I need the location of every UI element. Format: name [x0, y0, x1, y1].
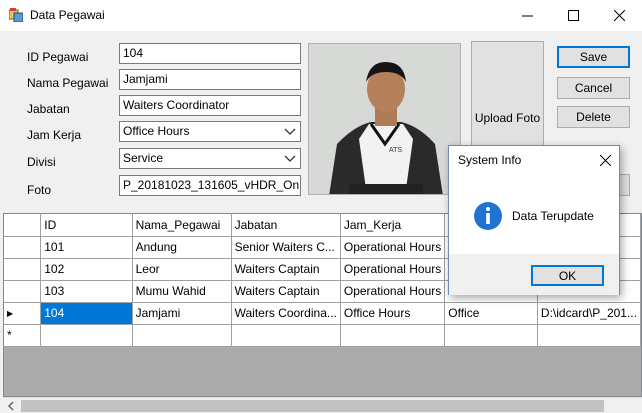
cancel-label: Cancel [574, 81, 613, 95]
grid-cell[interactable] [132, 324, 232, 347]
scroll-left-icon[interactable] [6, 401, 16, 411]
scrollbar-thumb[interactable] [21, 400, 604, 412]
grid-cell[interactable]: Waiters Coordina... [231, 302, 341, 325]
dialog-button-bar: OK [449, 254, 619, 295]
app-form-icon [9, 8, 23, 22]
ok-label: OK [558, 268, 577, 283]
save-label: Save [579, 50, 608, 64]
grid-cell[interactable]: Waiters Captain [231, 258, 341, 281]
grid-cell-selected[interactable]: 104 [40, 302, 133, 325]
grid-cell[interactable]: Operational Hours [340, 258, 446, 281]
jabatan-input[interactable]: Waiters Coordinator [119, 95, 301, 116]
grid-cell[interactable]: Operational Hours [340, 236, 446, 259]
foto-label: Foto [27, 183, 52, 197]
grid-cell[interactable]: Andung [132, 236, 232, 259]
horizontal-scrollbar[interactable] [3, 397, 642, 413]
close-icon[interactable] [600, 155, 611, 166]
row-header[interactable] [4, 258, 42, 281]
svg-text:ATS: ATS [389, 147, 402, 154]
grid-cell[interactable]: Senior Waiters C... [231, 236, 341, 259]
divisi-label: Divisi [27, 155, 56, 169]
new-row-indicator[interactable]: * [4, 324, 42, 347]
chevron-down-icon [284, 155, 296, 162]
grid-cell[interactable]: 103 [40, 280, 133, 303]
jam-kerja-value: Office Hours [123, 124, 190, 138]
employee-photo: ATS [308, 43, 461, 195]
ok-button[interactable]: OK [531, 265, 604, 286]
delete-button[interactable]: Delete [557, 106, 630, 128]
column-header-jam-kerja[interactable]: Jam_Kerja [340, 214, 446, 237]
id-pegawai-input[interactable]: 104 [119, 43, 301, 64]
system-info-dialog: System Info Data Terupdate OK [448, 145, 620, 295]
column-header-id[interactable]: ID [40, 214, 133, 237]
grid-cell[interactable]: D:\idcard\P_201... [537, 302, 642, 325]
jam-kerja-select[interactable]: Office Hours [119, 121, 301, 142]
foto-path-input[interactable]: P_20181023_131605_vHDR_On.jpg [119, 175, 301, 196]
id-pegawai-label: ID Pegawai [27, 50, 89, 64]
minimize-icon [521, 15, 533, 17]
table-row-selected[interactable]: ▶ 104 Jamjami Waiters Coordina... Office… [4, 302, 642, 325]
grid-cell[interactable]: Office Hours [340, 302, 446, 325]
divisi-value: Service [123, 151, 164, 165]
row-header[interactable] [4, 280, 42, 303]
grid-cell[interactable] [444, 324, 538, 347]
delete-label: Delete [576, 110, 611, 124]
column-header-jabatan[interactable]: Jabatan [231, 214, 341, 237]
column-header-nama[interactable]: Nama_Pegawai [132, 214, 232, 237]
info-icon [474, 202, 502, 230]
window-title: Data Pegawai [30, 8, 105, 22]
grid-cell[interactable]: Office [444, 302, 538, 325]
save-button[interactable]: Save [557, 46, 630, 68]
jabatan-label: Jabatan [27, 102, 70, 116]
close-icon [613, 10, 625, 21]
jam-kerja-label: Jam Kerja [27, 128, 82, 142]
person-photo-image: ATS [309, 44, 460, 194]
upload-foto-label: Upload Foto [474, 111, 541, 125]
maximize-button[interactable] [550, 0, 596, 31]
minimize-button[interactable] [504, 0, 550, 31]
grid-cell[interactable]: Waiters Captain [231, 280, 341, 303]
nama-pegawai-label: Nama Pegawai [27, 76, 109, 90]
grid-cell[interactable]: Jamjami [132, 302, 232, 325]
grid-cell[interactable] [340, 324, 446, 347]
maximize-icon [567, 10, 579, 21]
current-row-indicator[interactable]: ▶ [4, 302, 42, 325]
grid-cell[interactable] [40, 324, 133, 347]
grid-cell[interactable]: Operational Hours [340, 280, 446, 303]
cancel-button[interactable]: Cancel [557, 77, 630, 99]
row-header[interactable] [4, 236, 42, 259]
dialog-message: Data Terupdate [512, 209, 594, 223]
grid-cell[interactable] [231, 324, 341, 347]
grid-cell[interactable]: 101 [40, 236, 133, 259]
close-button[interactable] [596, 0, 642, 31]
nama-pegawai-input[interactable]: Jamjami [119, 69, 301, 90]
grid-cell[interactable]: 102 [40, 258, 133, 281]
grid-cell[interactable]: Leor [132, 258, 232, 281]
table-row-new[interactable]: * [4, 324, 642, 347]
title-bar: Data Pegawai [0, 0, 642, 31]
chevron-down-icon [284, 128, 296, 135]
grid-corner-header [4, 214, 42, 237]
grid-cell[interactable] [537, 324, 642, 347]
dialog-title: System Info [458, 153, 522, 167]
divisi-select[interactable]: Service [119, 148, 301, 169]
grid-cell[interactable]: Mumu Wahid [132, 280, 232, 303]
